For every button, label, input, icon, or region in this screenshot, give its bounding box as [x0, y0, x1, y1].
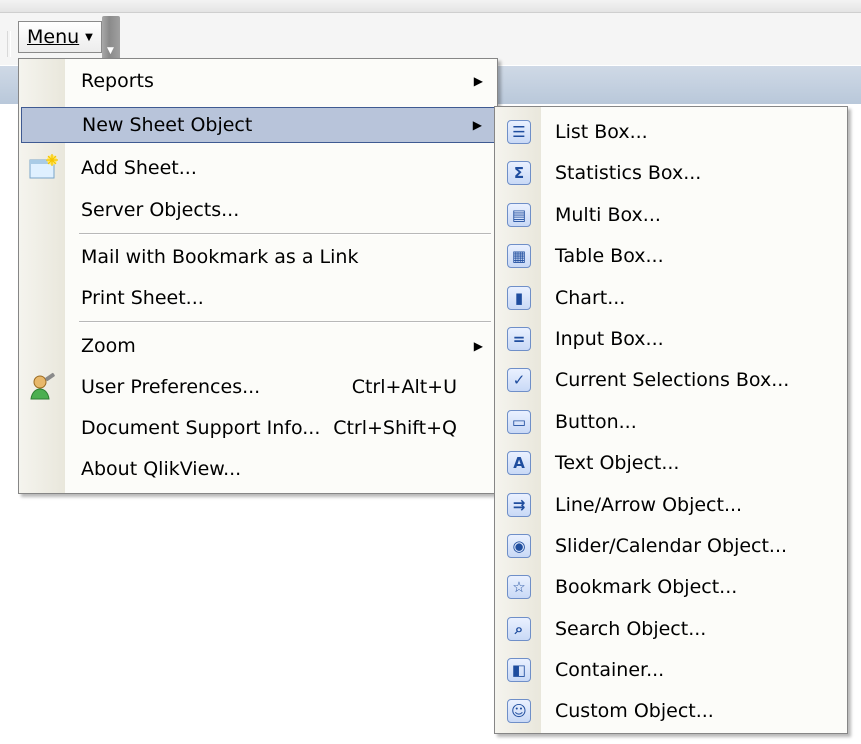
menu-item-label: Mail with Bookmark as a Link	[81, 246, 359, 268]
statistics-box-icon: Σ	[507, 161, 531, 185]
menu-item-label: Server Objects...	[81, 199, 240, 221]
submenu-item-statistics-box[interactable]: Σ Statistics Box...	[497, 154, 845, 192]
search-object-icon: ⌕	[507, 617, 531, 641]
shortcut-label: Ctrl+Alt+U	[351, 376, 457, 398]
menu-item-label: Reports	[81, 70, 154, 92]
submenu-item-slider-calendar-object[interactable]: ◉ Slider/Calendar Object...	[497, 527, 845, 565]
input-box-icon: =	[507, 327, 531, 351]
bookmark-object-icon: ☆	[507, 575, 531, 599]
custom-object-icon: ☺	[507, 699, 531, 723]
submenu-item-container[interactable]: ◧ Container...	[497, 651, 845, 689]
add-sheet-icon	[27, 152, 59, 184]
container-icon: ◧	[507, 658, 531, 682]
submenu-arrow-icon: ▶	[473, 339, 483, 353]
submenu-item-label: Current Selections Box...	[555, 369, 790, 391]
submenu-arrow-icon: ▶	[472, 118, 482, 132]
menu-button-label: Menu	[27, 26, 80, 48]
table-box-icon: ▦	[507, 244, 531, 268]
user-preferences-icon	[27, 371, 59, 403]
submenu-item-table-box[interactable]: ▦ Table Box...	[497, 237, 845, 275]
button-icon: ▭	[507, 410, 531, 434]
menu-item-label: Add Sheet...	[81, 157, 197, 179]
chart-icon: ▮	[507, 286, 531, 310]
submenu-item-chart[interactable]: ▮ Chart...	[497, 279, 845, 317]
menu-item-about-qlikview[interactable]: About QlikView...	[21, 451, 495, 487]
menu-item-server-objects[interactable]: Server Objects...	[21, 192, 495, 228]
submenu-item-label: Search Object...	[555, 618, 707, 640]
line-arrow-icon: ⇉	[507, 493, 531, 517]
slider-calendar-icon: ◉	[507, 534, 531, 558]
submenu-item-current-selections-box[interactable]: ✓ Current Selections Box...	[497, 361, 845, 399]
menu-item-mail-bookmark[interactable]: Mail with Bookmark as a Link	[21, 239, 495, 275]
menu-separator	[79, 321, 491, 323]
toolbar-overflow-button[interactable]: ▼	[102, 16, 120, 60]
submenu-item-label: Button...	[555, 411, 637, 433]
submenu-item-label: Text Object...	[555, 452, 680, 474]
submenu-item-label: Bookmark Object...	[555, 576, 738, 598]
submenu-item-custom-object[interactable]: ☺ Custom Object...	[497, 692, 845, 730]
overflow-icon: ▼	[107, 46, 114, 56]
menu-separator	[79, 233, 491, 235]
current-selections-icon: ✓	[507, 368, 531, 392]
menu-item-reports[interactable]: Reports ▶	[21, 63, 495, 99]
submenu-item-input-box[interactable]: = Input Box...	[497, 320, 845, 358]
submenu-item-search-object[interactable]: ⌕ Search Object...	[497, 610, 845, 648]
new-sheet-object-submenu: ☰ List Box... Σ Statistics Box... ▤ Mult…	[494, 106, 848, 734]
submenu-item-text-object[interactable]: A Text Object...	[497, 444, 845, 482]
shortcut-label: Ctrl+Shift+Q	[333, 417, 457, 439]
submenu-item-label: Multi Box...	[555, 204, 661, 226]
submenu-arrow-icon: ▶	[473, 74, 483, 88]
multi-box-icon: ▤	[507, 203, 531, 227]
menu-item-label: User Preferences...	[81, 376, 261, 398]
menu-item-label: Print Sheet...	[81, 287, 204, 309]
toolbar-grip[interactable]	[7, 31, 11, 57]
submenu-item-label: Table Box...	[555, 245, 664, 267]
menu-item-label: New Sheet Object	[82, 114, 253, 136]
menu-item-add-sheet[interactable]: Add Sheet...	[21, 150, 495, 186]
submenu-item-bookmark-object[interactable]: ☆ Bookmark Object...	[497, 568, 845, 606]
menu-item-user-preferences[interactable]: User Preferences... Ctrl+Alt+U	[21, 369, 495, 405]
text-object-icon: A	[507, 451, 531, 475]
window-top-strip	[0, 0, 861, 13]
submenu-item-label: Custom Object...	[555, 700, 714, 722]
submenu-item-label: Container...	[555, 659, 665, 681]
main-menu: Reports ▶ New Sheet Object ▶ Add Sheet..…	[18, 58, 498, 494]
menu-button[interactable]: Menu ▼	[18, 21, 102, 53]
submenu-item-multi-box[interactable]: ▤ Multi Box...	[497, 196, 845, 234]
menu-item-label: Zoom	[81, 335, 136, 357]
menu-item-label: Document Support Info...	[81, 417, 321, 439]
submenu-item-label: Line/Arrow Object...	[555, 494, 743, 516]
menu-item-print-sheet[interactable]: Print Sheet...	[21, 280, 495, 316]
submenu-item-label: Chart...	[555, 287, 626, 309]
submenu-item-button[interactable]: ▭ Button...	[497, 403, 845, 441]
submenu-item-label: Statistics Box...	[555, 162, 702, 184]
menu-item-label: About QlikView...	[81, 458, 242, 480]
submenu-item-list-box[interactable]: ☰ List Box...	[497, 113, 845, 151]
chevron-down-icon: ▼	[85, 31, 93, 43]
submenu-item-label: Slider/Calendar Object...	[555, 535, 788, 557]
menu-item-document-support-info[interactable]: Document Support Info... Ctrl+Shift+Q	[21, 410, 495, 446]
list-box-icon: ☰	[507, 120, 531, 144]
menu-item-new-sheet-object[interactable]: New Sheet Object ▶	[21, 107, 495, 143]
submenu-item-label: Input Box...	[555, 328, 664, 350]
submenu-item-label: List Box...	[555, 121, 648, 143]
submenu-item-line-arrow-object[interactable]: ⇉ Line/Arrow Object...	[497, 486, 845, 524]
menu-item-zoom[interactable]: Zoom ▶	[21, 328, 495, 364]
